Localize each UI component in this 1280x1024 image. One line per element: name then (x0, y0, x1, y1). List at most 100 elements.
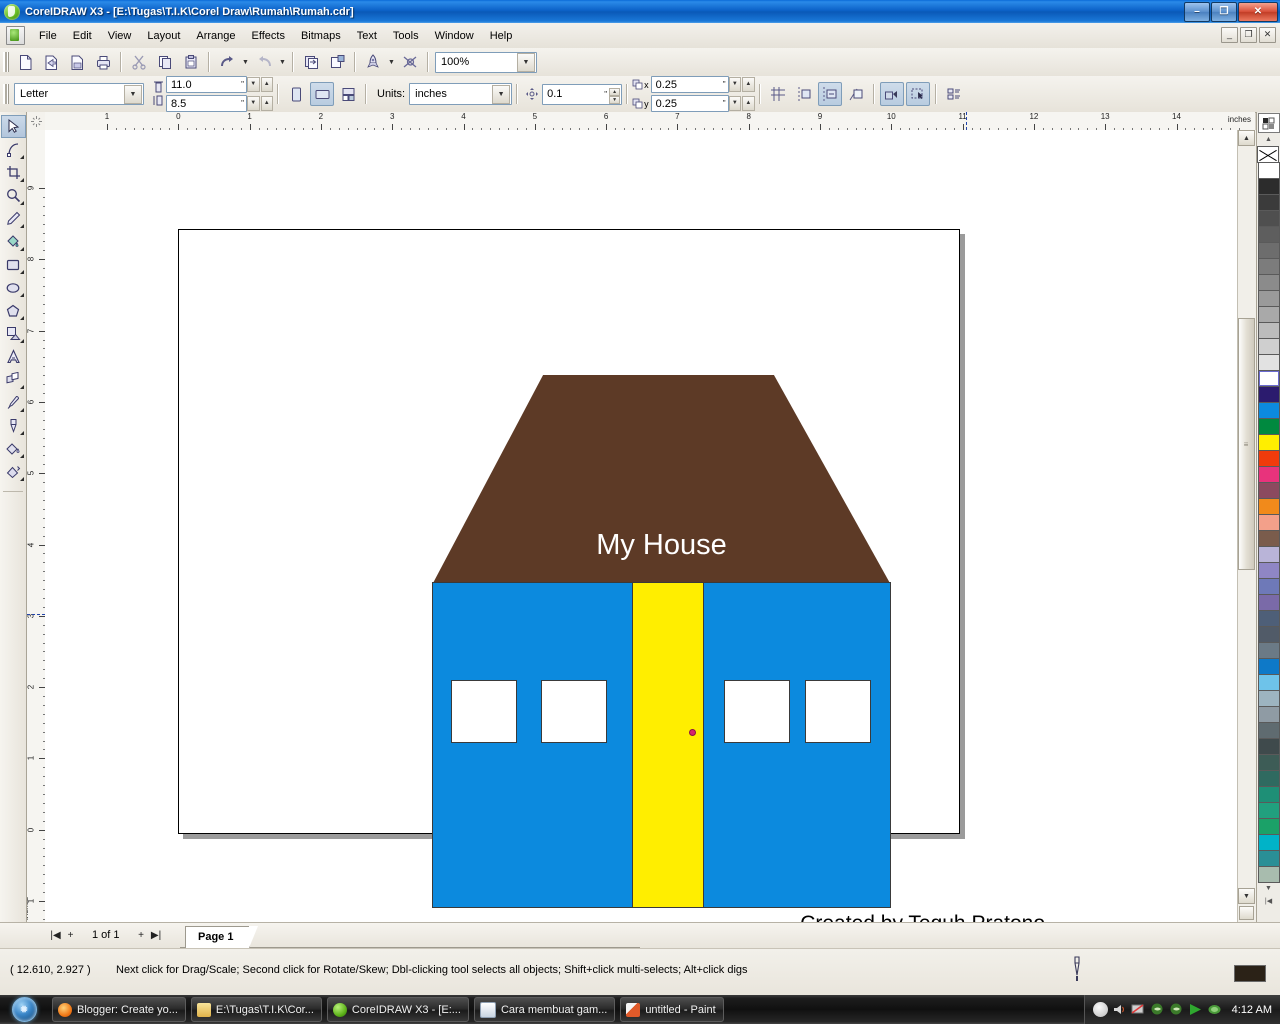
palette-swatch[interactable] (1258, 482, 1280, 499)
palette-swatch[interactable] (1258, 738, 1280, 755)
palette-swatches[interactable] (1258, 162, 1280, 883)
palette-swatch[interactable] (1258, 178, 1280, 195)
cut-button[interactable] (127, 50, 151, 74)
palette-swatch[interactable] (1258, 866, 1280, 883)
interactive-fill-tool[interactable] (1, 460, 26, 483)
palette-swatch[interactable] (1258, 354, 1280, 371)
palette-swatch[interactable] (1258, 258, 1280, 275)
save-document-button[interactable] (65, 50, 89, 74)
flyout-arrow-icon[interactable] (20, 339, 24, 343)
palette-swatch[interactable] (1258, 418, 1280, 435)
taskbar-item-word[interactable]: Cara membuat gam... (474, 997, 615, 1022)
palette-swatch[interactable] (1258, 850, 1280, 867)
wireframe-select-button[interactable] (906, 82, 930, 106)
palette-swatch[interactable] (1258, 754, 1280, 771)
portrait-orientation-button[interactable] (284, 82, 308, 106)
units-combo[interactable]: inches ▼ (409, 83, 512, 105)
vertical-scroll-thumb[interactable]: ≡ (1238, 318, 1255, 570)
smart-fill-tool[interactable] (1, 230, 26, 253)
credit-text[interactable]: Created by Teguh Pratono (649, 907, 1069, 922)
redo-button[interactable] (252, 50, 276, 74)
status-fill-color-swatch[interactable] (1234, 965, 1266, 982)
new-document-button[interactable] (13, 50, 37, 74)
treat-as-filled-button[interactable] (880, 82, 904, 106)
scroll-down-button[interactable]: ▼ (1238, 888, 1255, 904)
menu-tools[interactable]: Tools (385, 27, 427, 45)
redo-dropdown[interactable]: ▼ (277, 51, 288, 73)
flyout-arrow-icon[interactable] (20, 224, 24, 228)
snap-to-guidelines-button[interactable] (792, 82, 816, 106)
pick-tool[interactable] (1, 115, 26, 138)
print-document-button[interactable] (91, 50, 115, 74)
nudge-offset-input[interactable]: 0.1 " ▲▼ (542, 84, 622, 105)
palette-expand-button[interactable]: |◀ (1259, 895, 1279, 906)
flyout-arrow-icon[interactable] (20, 247, 24, 251)
document-page[interactable]: My House Created by Teguh Pratono (178, 229, 960, 834)
volume-icon[interactable] (1112, 1002, 1127, 1017)
chevron-down-icon[interactable]: ▼ (517, 53, 535, 72)
flyout-arrow-icon[interactable] (20, 316, 24, 320)
taskbar-item-paint[interactable]: untitled - Paint (620, 997, 723, 1022)
taskbar-item-explorer[interactable]: E:\Tugas\T.I.K\Cor... (191, 997, 322, 1022)
palette-swatch[interactable] (1258, 546, 1280, 563)
start-button[interactable]: ✹ (1, 996, 47, 1023)
text-tool[interactable] (1, 345, 26, 368)
page-tab-page1[interactable]: Page 1 (185, 926, 250, 949)
palette-swatch[interactable] (1258, 322, 1280, 339)
mdi-restore-button[interactable]: ❐ (1240, 27, 1257, 43)
paste-button[interactable] (179, 50, 203, 74)
menu-layout[interactable]: Layout (139, 27, 188, 45)
toolbar-grip[interactable] (3, 52, 9, 72)
paper-height-spinner[interactable]: ▼▲ (247, 96, 273, 111)
open-document-button[interactable] (39, 50, 63, 74)
dynamic-guides-button[interactable] (844, 82, 868, 106)
application-launcher-button[interactable] (361, 50, 385, 74)
drawing-canvas[interactable]: My House Created by Teguh Pratono (45, 130, 1237, 922)
flyout-arrow-icon[interactable] (20, 293, 24, 297)
house-door-shape[interactable] (632, 582, 704, 908)
launcher-dropdown[interactable]: ▼ (386, 51, 397, 73)
taskbar-item-coreldraw[interactable]: CoreIDRAW X3 - [E:... (327, 997, 469, 1022)
palette-swatch[interactable] (1258, 514, 1280, 531)
palette-options-button[interactable] (1258, 113, 1280, 133)
palette-swatch-no-fill[interactable] (1257, 146, 1279, 163)
palette-swatch[interactable] (1258, 274, 1280, 291)
palette-swatch[interactable] (1258, 434, 1280, 451)
nvidia-icon-2[interactable] (1169, 1002, 1184, 1017)
crop-tool[interactable] (1, 161, 26, 184)
house-title-text[interactable]: My House (432, 525, 891, 565)
flyout-arrow-icon[interactable] (20, 454, 24, 458)
mdi-close-button[interactable]: ✕ (1259, 27, 1276, 43)
ruler-corner[interactable] (27, 112, 46, 131)
menu-arrange[interactable]: Arrange (188, 27, 243, 45)
property-bar-grip[interactable] (3, 84, 9, 104)
chevron-down-icon[interactable]: ▼ (492, 85, 510, 104)
export-button[interactable] (325, 50, 349, 74)
add-page-after-button[interactable]: + (134, 927, 149, 944)
palette-swatch[interactable] (1258, 786, 1280, 803)
nvidia-icon[interactable] (1150, 1002, 1165, 1017)
page-setup-button[interactable] (336, 82, 360, 106)
duplicate-x-spinner[interactable]: ▼▲ (729, 77, 755, 92)
import-button[interactable] (299, 50, 323, 74)
menu-window[interactable]: Window (427, 27, 482, 45)
menu-help[interactable]: Help (482, 27, 521, 45)
scroll-corner-box[interactable] (1239, 906, 1254, 920)
palette-swatch[interactable] (1258, 642, 1280, 659)
menu-file[interactable]: File (31, 27, 65, 45)
maximize-button[interactable]: ❐ (1211, 2, 1237, 22)
palette-swatch[interactable] (1258, 210, 1280, 227)
door-knob-shape[interactable] (689, 729, 696, 736)
palette-swatch[interactable] (1258, 562, 1280, 579)
landscape-orientation-button[interactable] (310, 82, 334, 106)
color-palette[interactable]: ▲ ▼ |◀ (1256, 112, 1280, 948)
duplicate-y-spinner[interactable]: ▼▲ (729, 96, 755, 111)
status-outline-indicator[interactable] (1066, 953, 1088, 991)
object-manager-button[interactable] (942, 82, 966, 106)
palette-swatch[interactable] (1258, 594, 1280, 611)
media-icon[interactable] (1188, 1002, 1203, 1017)
flyout-arrow-icon[interactable] (20, 477, 24, 481)
flyout-arrow-icon[interactable] (20, 385, 24, 389)
palette-swatch[interactable] (1258, 818, 1280, 835)
palette-swatch[interactable] (1258, 834, 1280, 851)
